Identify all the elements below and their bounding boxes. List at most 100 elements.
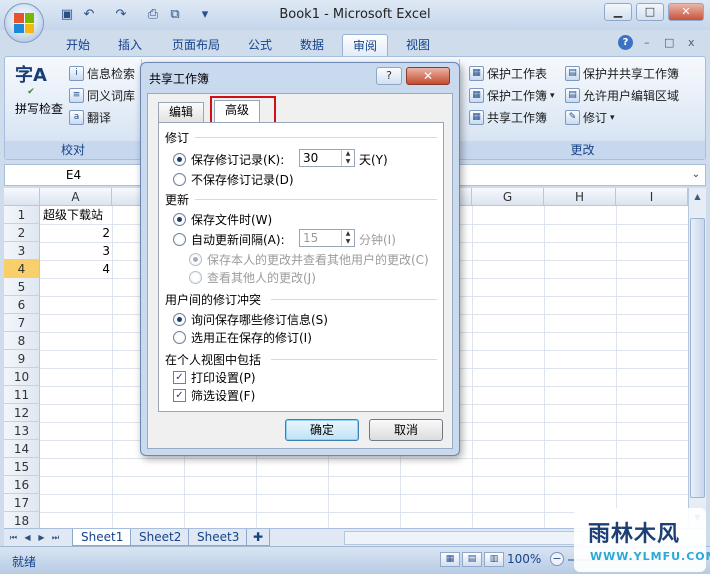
- tab-view[interactable]: 视图: [396, 34, 440, 56]
- column-header[interactable]: G: [472, 188, 544, 206]
- saved-win-option[interactable]: 选用正在保存的修订(I): [173, 329, 312, 346]
- protect-workbook-button[interactable]: ▦ 保护工作簿 ▾: [469, 87, 555, 104]
- tab-editing[interactable]: 编辑: [158, 102, 205, 122]
- keep-history-option[interactable]: 保存修订记录(K):: [173, 151, 284, 168]
- workbook-close-button[interactable]: x: [688, 36, 695, 49]
- stepper-down-icon[interactable]: ▼: [342, 238, 354, 246]
- row-header[interactable]: 6: [4, 296, 40, 314]
- row-header[interactable]: 18: [4, 512, 40, 528]
- protect-sheet-button[interactable]: ▦ 保护工作表: [469, 65, 547, 82]
- tab-formulas[interactable]: 公式: [238, 34, 282, 56]
- row-header[interactable]: 15: [4, 458, 40, 476]
- dialog-help-button[interactable]: ?: [376, 67, 402, 85]
- sheet-tab-3[interactable]: Sheet3: [188, 529, 249, 546]
- zoom-level[interactable]: 100%: [507, 552, 541, 566]
- tab-review[interactable]: 审阅: [342, 34, 389, 56]
- cell-a4[interactable]: 4: [40, 260, 110, 278]
- normal-view-icon[interactable]: ▦: [440, 552, 460, 567]
- office-button[interactable]: [4, 3, 44, 43]
- protect-share-workbook-button[interactable]: ▤ 保护并共享工作簿: [565, 65, 679, 82]
- thesaurus-button[interactable]: ≡ 同义词库: [69, 87, 135, 104]
- row-header[interactable]: 11: [4, 386, 40, 404]
- tab-home[interactable]: 开始: [56, 34, 100, 56]
- stepper-up-icon[interactable]: ▲: [342, 230, 354, 238]
- print-settings-option[interactable]: ✓ 打印设置(P): [173, 369, 256, 386]
- update-minutes-stepper[interactable]: 15 ▲ ▼: [299, 229, 355, 247]
- vertical-scrollbar[interactable]: ▲ ▼: [688, 188, 706, 528]
- radio-when-saved[interactable]: [173, 213, 186, 226]
- row-header[interactable]: 2: [4, 224, 40, 242]
- radio-just-see[interactable]: [189, 271, 202, 284]
- page-break-view-icon[interactable]: ▥: [484, 552, 504, 567]
- research-button[interactable]: i 信息检索: [69, 65, 135, 82]
- ok-button[interactable]: 确定: [285, 419, 359, 441]
- auto-update-option[interactable]: 自动更新间隔(A):: [173, 231, 285, 248]
- radio-save-my-changes[interactable]: [189, 253, 202, 266]
- horizontal-scrollbar[interactable]: [344, 531, 584, 545]
- name-box[interactable]: E4: [5, 165, 143, 185]
- share-workbook-button[interactable]: ▦ 共享工作簿: [469, 109, 547, 126]
- cell-a3[interactable]: 3: [40, 242, 110, 260]
- dont-keep-history-option[interactable]: 不保存修订记录(D): [173, 171, 294, 188]
- just-see-option[interactable]: 查看其他人的更改(J): [189, 269, 316, 286]
- sheet-tab-2[interactable]: Sheet2: [130, 529, 191, 546]
- translate-button[interactable]: a 翻译: [69, 109, 111, 126]
- column-header[interactable]: I: [616, 188, 688, 206]
- stepper-down-icon[interactable]: ▼: [342, 158, 354, 166]
- radio-keep-history[interactable]: [173, 153, 186, 166]
- tab-insert[interactable]: 插入: [108, 34, 152, 56]
- scroll-up-icon[interactable]: ▲: [690, 189, 705, 204]
- row-header[interactable]: 8: [4, 332, 40, 350]
- last-sheet-icon[interactable]: ⏭: [50, 531, 61, 544]
- spelling-button[interactable]: 字A ✔: [11, 61, 51, 97]
- tab-data[interactable]: 数据: [290, 34, 334, 56]
- close-button[interactable]: ✕: [668, 3, 704, 21]
- column-header[interactable]: A: [40, 188, 112, 206]
- minimize-button[interactable]: ▁: [604, 3, 632, 21]
- insert-sheet-icon[interactable]: ✚: [246, 529, 271, 546]
- row-header[interactable]: 13: [4, 422, 40, 440]
- page-layout-view-icon[interactable]: ▤: [462, 552, 482, 567]
- expand-formula-bar-icon[interactable]: ⌄: [689, 167, 703, 182]
- cell-a1[interactable]: 超级下载站: [43, 206, 139, 224]
- first-sheet-icon[interactable]: ⏮: [8, 531, 19, 544]
- when-saved-option[interactable]: 保存文件时(W): [173, 211, 272, 228]
- stepper-up-icon[interactable]: ▲: [342, 150, 354, 158]
- column-header[interactable]: H: [544, 188, 616, 206]
- row-header[interactable]: 9: [4, 350, 40, 368]
- row-header[interactable]: 12: [4, 404, 40, 422]
- help-icon[interactable]: ?: [618, 35, 633, 50]
- tab-page-layout[interactable]: 页面布局: [162, 34, 230, 56]
- row-header[interactable]: 1: [4, 206, 40, 224]
- stepper-arrows[interactable]: ▲ ▼: [341, 150, 354, 166]
- zoom-out-icon[interactable]: −: [550, 552, 564, 566]
- row-header[interactable]: 10: [4, 368, 40, 386]
- ask-me-option[interactable]: 询问保存哪些修订信息(S): [173, 311, 328, 328]
- save-my-changes-option[interactable]: 保存本人的更改并查看其他用户的更改(C): [189, 251, 429, 268]
- radio-dont-keep-history[interactable]: [173, 173, 186, 186]
- checkbox-print-settings[interactable]: ✓: [173, 371, 186, 384]
- vertical-scroll-thumb[interactable]: [690, 218, 705, 498]
- cell-a2[interactable]: 2: [40, 224, 110, 242]
- radio-ask-me[interactable]: [173, 313, 186, 326]
- row-header[interactable]: 3: [4, 242, 40, 260]
- checkbox-filter-settings[interactable]: ✓: [173, 389, 186, 402]
- row-header[interactable]: 4: [4, 260, 40, 278]
- row-header[interactable]: 5: [4, 278, 40, 296]
- track-changes-button[interactable]: ✎ 修订 ▾: [565, 109, 615, 126]
- dialog-close-button[interactable]: ✕: [406, 67, 450, 85]
- filter-settings-option[interactable]: ✓ 筛选设置(F): [173, 387, 255, 404]
- cancel-button[interactable]: 取消: [369, 419, 443, 441]
- stepper-arrows[interactable]: ▲ ▼: [341, 230, 354, 246]
- row-header[interactable]: 7: [4, 314, 40, 332]
- workbook-restore-button[interactable]: □: [664, 36, 674, 49]
- history-days-stepper[interactable]: 30 ▲ ▼: [299, 149, 355, 167]
- maximize-button[interactable]: □: [636, 3, 664, 21]
- next-sheet-icon[interactable]: ▶: [36, 531, 47, 544]
- row-header[interactable]: 17: [4, 494, 40, 512]
- radio-auto-update[interactable]: [173, 233, 186, 246]
- select-all-corner[interactable]: [4, 188, 40, 206]
- row-header[interactable]: 14: [4, 440, 40, 458]
- radio-saved-win[interactable]: [173, 331, 186, 344]
- prev-sheet-icon[interactable]: ◀: [22, 531, 33, 544]
